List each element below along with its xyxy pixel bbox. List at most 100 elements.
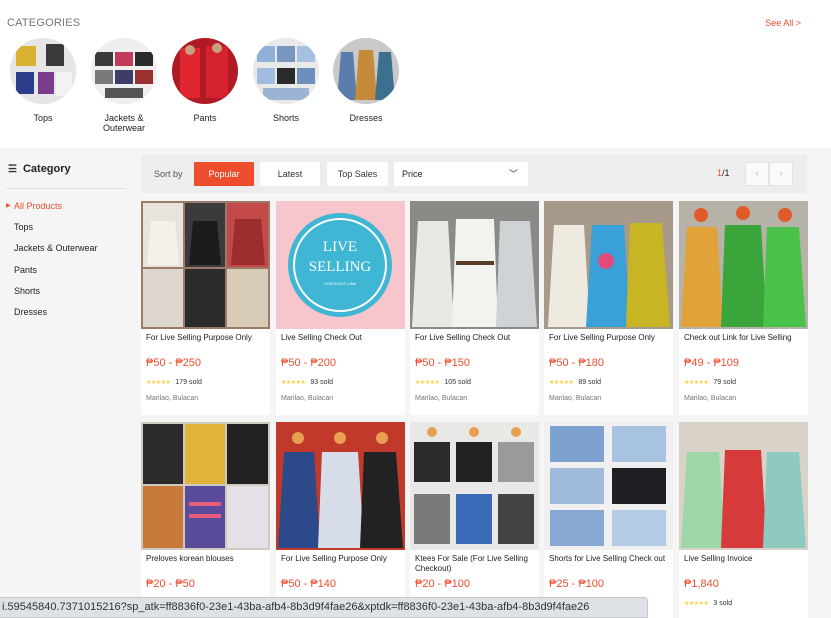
product-name: Shorts for Live Selling Check out	[549, 554, 666, 563]
sidebar-item-pants[interactable]: Pants	[14, 265, 37, 275]
sold-count: 105 sold	[444, 379, 471, 386]
product-location: Marilao, Bulacan	[146, 395, 199, 402]
product-name: For Live Selling Purpose Only	[549, 333, 655, 342]
sidebar-item-all-products[interactable]: ▶ All Products	[6, 201, 63, 211]
list-icon: ☰	[8, 163, 17, 175]
product-card[interactable]: For Live Selling Check Out ₱50 - ₱150 ★★…	[410, 201, 539, 415]
product-card[interactable]: Check out Link for Live Selling ₱49 - ₱1…	[679, 201, 808, 415]
selling-text: SELLING	[309, 259, 372, 275]
product-name: Live Selling Check Out	[281, 333, 362, 342]
sold-count: 79 sold	[713, 379, 736, 386]
price-select[interactable]: Price ﹀	[394, 162, 528, 186]
see-all-link[interactable]: See All >	[765, 18, 801, 28]
product-location: Marilao, Bulacan	[281, 395, 334, 402]
category-pants[interactable]: Pants	[165, 38, 245, 123]
sort-latest-button[interactable]: Latest	[260, 162, 320, 186]
product-card[interactable]: For Live Selling Purpose Only ₱50 - ₱140	[276, 422, 405, 618]
caret-right-icon: ▶	[6, 203, 11, 209]
product-location: Marilao, Bulacan	[549, 395, 602, 402]
link-preview-status-bar: i.59545840.7371015216?sp_atk=ff8836f0-23…	[0, 597, 648, 618]
sidebar-item-shorts[interactable]: Shorts	[14, 286, 40, 296]
checkout-link-text: CHECKOUT LINK	[324, 281, 357, 286]
product-image: LIVE SELLING CHECKOUT LINK	[276, 201, 405, 329]
category-label: Tops	[33, 113, 53, 123]
category-tops-image	[10, 38, 76, 104]
sidebar-item-jackets[interactable]: Jackets & Outerwear	[14, 243, 98, 253]
category-label: Dresses	[349, 113, 383, 123]
sidebar-title: Category	[22, 163, 71, 175]
product-price: ₱20 - ₱50	[146, 578, 195, 590]
rating-stars-icon: ★★★★★	[684, 601, 709, 607]
sold-count: 89 sold	[578, 379, 601, 386]
chevron-left-icon: ‹	[755, 168, 759, 179]
rating-stars-icon: ★★★★★	[281, 380, 306, 386]
category-sidebar: ☰ Category ▶ All Products Tops Jackets &…	[0, 155, 130, 618]
product-card[interactable]: LIVE SELLING CHECKOUT LINK Live Selling Ch…	[276, 201, 405, 415]
sort-bar: Sort by Popular Latest Top Sales Price ﹀…	[141, 155, 807, 193]
rating-stars-icon: ★★★★★	[684, 380, 709, 386]
chevron-down-icon: ﹀	[508, 169, 518, 179]
prev-page-button[interactable]: ‹	[745, 162, 769, 186]
category-dresses[interactable]: Dresses	[326, 38, 406, 123]
category-label: Pants	[193, 113, 217, 123]
sidebar-item-label: All Products	[14, 201, 63, 211]
next-page-button[interactable]: ›	[769, 162, 793, 186]
product-meta: ★★★★★ 105 sold	[410, 379, 539, 386]
product-name: Live Selling Invoice	[684, 554, 753, 563]
product-card[interactable]: Live Selling Invoice ₱1,840 ★★★★★ 3 sold	[679, 422, 808, 618]
product-price: ₱50 - ₱140	[281, 578, 337, 590]
live-text: LIVE	[323, 239, 357, 255]
product-image	[410, 201, 539, 329]
sidebar-header: ☰ Category	[8, 163, 71, 175]
product-card[interactable]: Preloves korean blouses ₱20 - ₱50	[141, 422, 270, 618]
sidebar-item-dresses[interactable]: Dresses	[14, 307, 47, 317]
sort-top-sales-button[interactable]: Top Sales	[327, 162, 388, 186]
product-image	[141, 201, 270, 329]
product-meta: ★★★★★ 179 sold	[141, 379, 270, 386]
rating-stars-icon: ★★★★★	[146, 380, 171, 386]
product-image	[544, 201, 673, 329]
page-total: /1	[722, 168, 730, 178]
category-dresses-image	[333, 38, 399, 104]
sold-count: 93 sold	[310, 379, 333, 386]
product-card[interactable]: Ktees For Sale (For Live Selling Checkou…	[410, 422, 539, 618]
product-image	[410, 422, 539, 550]
product-card[interactable]: Shorts for Live Selling Check out ₱25 - …	[544, 422, 673, 618]
product-image	[679, 422, 808, 550]
category-shorts[interactable]: Shorts	[246, 38, 326, 123]
product-price: ₱20 - ₱100	[415, 578, 471, 590]
rating-stars-icon: ★★★★★	[415, 380, 440, 386]
product-name: Ktees For Sale (For Live Selling Checkou…	[415, 554, 528, 573]
product-name: Preloves korean blouses	[146, 554, 234, 563]
product-image	[141, 422, 270, 550]
product-price: ₱50 - ₱150	[415, 357, 471, 369]
product-meta: ★★★★★ 3 sold	[679, 600, 808, 607]
product-price: ₱50 - ₱180	[549, 357, 605, 369]
chevron-right-icon: ›	[779, 168, 783, 179]
product-meta: ★★★★★ 79 sold	[679, 379, 808, 386]
sort-by-label: Sort by	[154, 169, 183, 179]
product-card[interactable]: For Live Selling Purpose Only ₱50 - ₱180…	[544, 201, 673, 415]
product-card[interactable]: For Live Selling Purpose Only ₱50 - ₱250…	[141, 201, 270, 415]
sold-count: 3 sold	[713, 600, 733, 607]
sidebar-item-tops[interactable]: Tops	[14, 222, 33, 232]
product-meta: ★★★★★ 93 sold	[276, 379, 405, 386]
product-name: For Live Selling Check Out	[415, 333, 511, 342]
product-image	[679, 201, 808, 329]
product-location: Marilao, Bulacan	[415, 395, 468, 402]
category-tops[interactable]: Tops	[3, 38, 83, 123]
product-price: ₱1,840	[684, 578, 719, 590]
sold-count: 179 sold	[175, 379, 202, 386]
category-shorts-image	[253, 38, 319, 104]
rating-stars-icon: ★★★★★	[549, 380, 574, 386]
sidebar-divider	[6, 188, 126, 189]
product-location: Marilao, Bulacan	[684, 395, 737, 402]
category-label: Jackets & Outerwear	[102, 113, 146, 133]
categories-title: CATEGORIES	[7, 17, 81, 29]
price-select-label: Price	[402, 169, 423, 179]
category-jackets-image	[91, 38, 157, 104]
product-image	[276, 422, 405, 550]
category-jackets[interactable]: Jackets & Outerwear	[84, 38, 164, 133]
product-name: For Live Selling Purpose Only	[146, 333, 252, 342]
sort-popular-button[interactable]: Popular	[194, 162, 254, 186]
